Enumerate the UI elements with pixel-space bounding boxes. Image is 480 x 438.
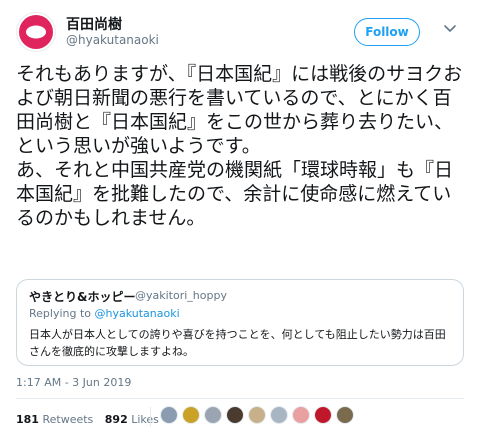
replying-prefix: Replying to: [29, 307, 95, 320]
quoted-replying-to: Replying to @hyakutanaoki: [29, 307, 180, 320]
liker-avatar[interactable]: [248, 406, 266, 424]
liker-avatar[interactable]: [182, 406, 200, 424]
stats-divider: [150, 407, 151, 427]
liker-avatar[interactable]: [160, 406, 178, 424]
tweet-text: それもありますが、『日本国紀』には戦後のサヨクおよび朝日新聞の悪行を書いているの…: [16, 63, 463, 229]
follow-button[interactable]: Follow: [354, 18, 420, 46]
avatar[interactable]: [16, 12, 56, 52]
liker-avatar[interactable]: [226, 406, 244, 424]
chevron-down-icon[interactable]: [442, 20, 458, 36]
likes-count: 892: [104, 413, 128, 426]
liker-avatar[interactable]: [204, 406, 222, 424]
quoted-author-handle: @yakitori_hoppy: [135, 289, 227, 302]
divider: [16, 398, 464, 399]
liker-avatar[interactable]: [270, 406, 288, 424]
tweet-stats: 181 Retweets 892 Likes: [16, 413, 167, 426]
liker-avatar[interactable]: [314, 406, 332, 424]
likes-label: Likes: [131, 413, 159, 426]
tweet-card: 百田尚樹 @hyakutanaoki Follow それもありますが、『日本国紀…: [0, 0, 480, 438]
quoted-tweet-text: 日本人が日本人としての誇りや喜びを持つことを、何としても阻止したい勢力は百田さん…: [29, 328, 446, 358]
retweets-stat[interactable]: 181 Retweets: [16, 413, 93, 426]
tweet-timestamp[interactable]: 1:17 AM - 3 Jun 2019: [16, 376, 131, 389]
author-handle[interactable]: @hyakutanaoki: [66, 33, 159, 47]
liker-avatars: [160, 406, 354, 428]
avatar-logo-icon: [19, 15, 53, 49]
retweets-count: 181: [16, 413, 39, 426]
author-display-name[interactable]: 百田尚樹: [66, 14, 122, 34]
retweets-label: Retweets: [42, 413, 94, 426]
quoted-author-name: やきとり&ホッピー: [29, 290, 136, 304]
quoted-tweet[interactable]: やきとり&ホッピー @yakitori_hoppy Replying to @h…: [16, 279, 464, 366]
liker-avatar[interactable]: [336, 406, 354, 424]
liker-avatar[interactable]: [292, 406, 310, 424]
replying-to-mention[interactable]: @hyakutanaoki: [95, 307, 180, 320]
